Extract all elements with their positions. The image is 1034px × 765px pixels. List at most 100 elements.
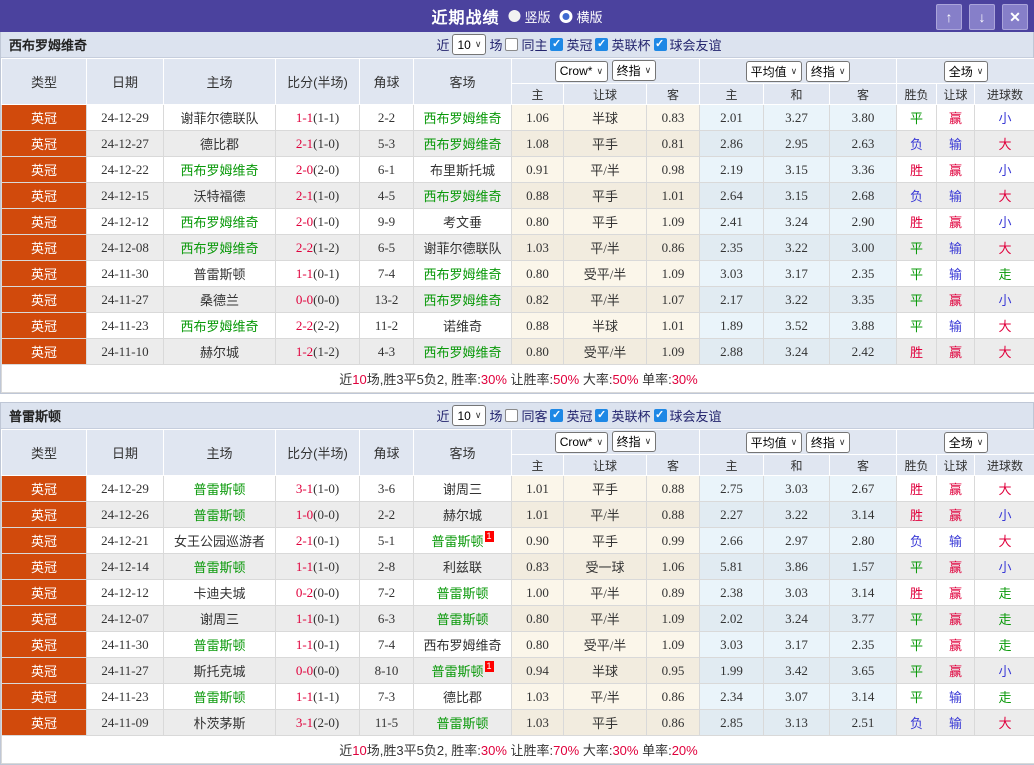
league-cell[interactable]: 英冠 (2, 684, 87, 710)
scope-select[interactable]: 全场∨ (944, 432, 989, 453)
recent-count-select[interactable]: 10 ∨ (452, 34, 486, 55)
away-team-cell[interactable]: 西布罗姆维奇 (414, 183, 512, 209)
date-cell: 24-11-30 (87, 632, 164, 658)
away-team-cell[interactable]: 考文垂 (414, 209, 512, 235)
average-odds-cell: 2.90 (830, 209, 897, 235)
home-team-cell[interactable]: 普雷斯顿 (164, 502, 276, 528)
league-cell[interactable]: 英冠 (2, 313, 87, 339)
subcol-result: 胜负 (897, 84, 937, 105)
move-down-button[interactable]: ↓ (969, 4, 995, 30)
close-button[interactable]: ✕ (1002, 4, 1028, 30)
home-team-cell[interactable]: 女王公园巡游者 (164, 528, 276, 554)
home-team-cell[interactable]: 普雷斯顿 (164, 684, 276, 710)
away-team-cell[interactable]: 德比郡 (414, 684, 512, 710)
move-up-button[interactable]: ↑ (936, 4, 962, 30)
league-cell[interactable]: 英冠 (2, 502, 87, 528)
away-team-cell[interactable]: 利兹联 (414, 554, 512, 580)
league-cell[interactable]: 英冠 (2, 580, 87, 606)
league-cell[interactable]: 英冠 (2, 261, 87, 287)
average-odds-cell: 2.01 (700, 105, 764, 131)
subcol-result: 胜负 (897, 455, 937, 476)
league-cup-checkbox[interactable] (595, 38, 608, 51)
league-cell[interactable]: 英冠 (2, 235, 87, 261)
away-team-cell[interactable]: 布里斯托城 (414, 157, 512, 183)
league-cell[interactable]: 英冠 (2, 339, 87, 365)
away-team-cell[interactable]: 西布罗姆维奇 (414, 131, 512, 157)
away-team-cell[interactable]: 赫尔城 (414, 502, 512, 528)
away-team-cell[interactable]: 西布罗姆维奇 (414, 339, 512, 365)
match-row: 英冠24-12-29谢菲尔德联队1-1(1-1)2-2西布罗姆维奇1.06半球0… (2, 105, 1034, 131)
date-cell: 24-12-21 (87, 528, 164, 554)
final-odds-select-2[interactable]: 终指∨ (806, 432, 851, 453)
average-select[interactable]: 平均值∨ (746, 61, 803, 82)
away-team-cell[interactable]: 西布罗姆维奇 (414, 287, 512, 313)
home-team-cell[interactable]: 普雷斯顿 (164, 554, 276, 580)
league-filter-checkbox[interactable] (550, 409, 563, 422)
subcol-handicap-result: 让球 (937, 455, 975, 476)
away-team-cell[interactable]: 西布罗姆维奇 (414, 105, 512, 131)
away-team-cell[interactable]: 普雷斯顿 (414, 606, 512, 632)
crow-odds-cell: 平手 (564, 710, 647, 736)
home-team-cell[interactable]: 德比郡 (164, 131, 276, 157)
home-team-cell[interactable]: 朴茨茅斯 (164, 710, 276, 736)
score-cell: 2-1(0-1) (276, 528, 360, 554)
team-name: 普雷斯顿 (193, 267, 245, 282)
away-team-cell[interactable]: 西布罗姆维奇 (414, 261, 512, 287)
away-team-cell[interactable]: 普雷斯顿 (414, 580, 512, 606)
league-cell[interactable]: 英冠 (2, 632, 87, 658)
recent-count-select[interactable]: 10 ∨ (452, 405, 486, 426)
away-team-cell[interactable]: 西布罗姆维奇 (414, 632, 512, 658)
same-venue-checkbox[interactable] (505, 38, 518, 51)
league-cell[interactable]: 英冠 (2, 476, 87, 502)
home-team-cell[interactable]: 赫尔城 (164, 339, 276, 365)
league-cell[interactable]: 英冠 (2, 528, 87, 554)
home-team-cell[interactable]: 谢周三 (164, 606, 276, 632)
away-team-cell[interactable]: 普雷斯顿 (414, 710, 512, 736)
league-cell[interactable]: 英冠 (2, 287, 87, 313)
home-team-cell[interactable]: 普雷斯顿 (164, 476, 276, 502)
final-odds-select[interactable]: 终指∨ (612, 60, 657, 81)
halftime-score: (1-0) (313, 214, 339, 229)
average-odds-cell: 3.24 (764, 209, 830, 235)
club-friendly-checkbox[interactable] (654, 38, 667, 51)
home-team-cell[interactable]: 谢菲尔德联队 (164, 105, 276, 131)
league-cell[interactable]: 英冠 (2, 554, 87, 580)
club-friendly-checkbox[interactable] (654, 409, 667, 422)
home-team-cell[interactable]: 普雷斯顿 (164, 261, 276, 287)
home-team-cell[interactable]: 西布罗姆维奇 (164, 313, 276, 339)
home-team-cell[interactable]: 西布罗姆维奇 (164, 157, 276, 183)
league-cell[interactable]: 英冠 (2, 105, 87, 131)
league-filter-checkbox[interactable] (550, 38, 563, 51)
home-team-cell[interactable]: 西布罗姆维奇 (164, 235, 276, 261)
bookmaker-select[interactable]: Crow*∨ (555, 432, 608, 453)
scope-select[interactable]: 全场∨ (944, 61, 989, 82)
league-cup-checkbox[interactable] (595, 409, 608, 422)
away-team-cell[interactable]: 普雷斯顿1 (414, 528, 512, 554)
league-cell[interactable]: 英冠 (2, 710, 87, 736)
league-cell[interactable]: 英冠 (2, 658, 87, 684)
radio-horizontal-layout[interactable]: 横版 (560, 7, 603, 26)
league-cell[interactable]: 英冠 (2, 606, 87, 632)
same-venue-checkbox[interactable] (505, 409, 518, 422)
league-cell[interactable]: 英冠 (2, 209, 87, 235)
away-team-cell[interactable]: 普雷斯顿1 (414, 658, 512, 684)
league-cell[interactable]: 英冠 (2, 157, 87, 183)
away-team-cell[interactable]: 谢周三 (414, 476, 512, 502)
home-team-cell[interactable]: 斯托克城 (164, 658, 276, 684)
league-cell[interactable]: 英冠 (2, 131, 87, 157)
home-team-cell[interactable]: 桑德兰 (164, 287, 276, 313)
corners-cell: 7-4 (360, 261, 414, 287)
away-team-cell[interactable]: 谢菲尔德联队 (414, 235, 512, 261)
home-team-cell[interactable]: 西布罗姆维奇 (164, 209, 276, 235)
average-odds-cell: 3.03 (764, 476, 830, 502)
final-odds-select[interactable]: 终指∨ (612, 431, 657, 452)
league-cell[interactable]: 英冠 (2, 183, 87, 209)
final-odds-select-2[interactable]: 终指∨ (806, 61, 851, 82)
home-team-cell[interactable]: 普雷斯顿 (164, 632, 276, 658)
average-select[interactable]: 平均值∨ (746, 432, 803, 453)
home-team-cell[interactable]: 沃特福德 (164, 183, 276, 209)
radio-vertical-layout[interactable]: 竖版 (508, 7, 550, 26)
home-team-cell[interactable]: 卡迪夫城 (164, 580, 276, 606)
bookmaker-select[interactable]: Crow*∨ (555, 61, 608, 82)
away-team-cell[interactable]: 诺维奇 (414, 313, 512, 339)
